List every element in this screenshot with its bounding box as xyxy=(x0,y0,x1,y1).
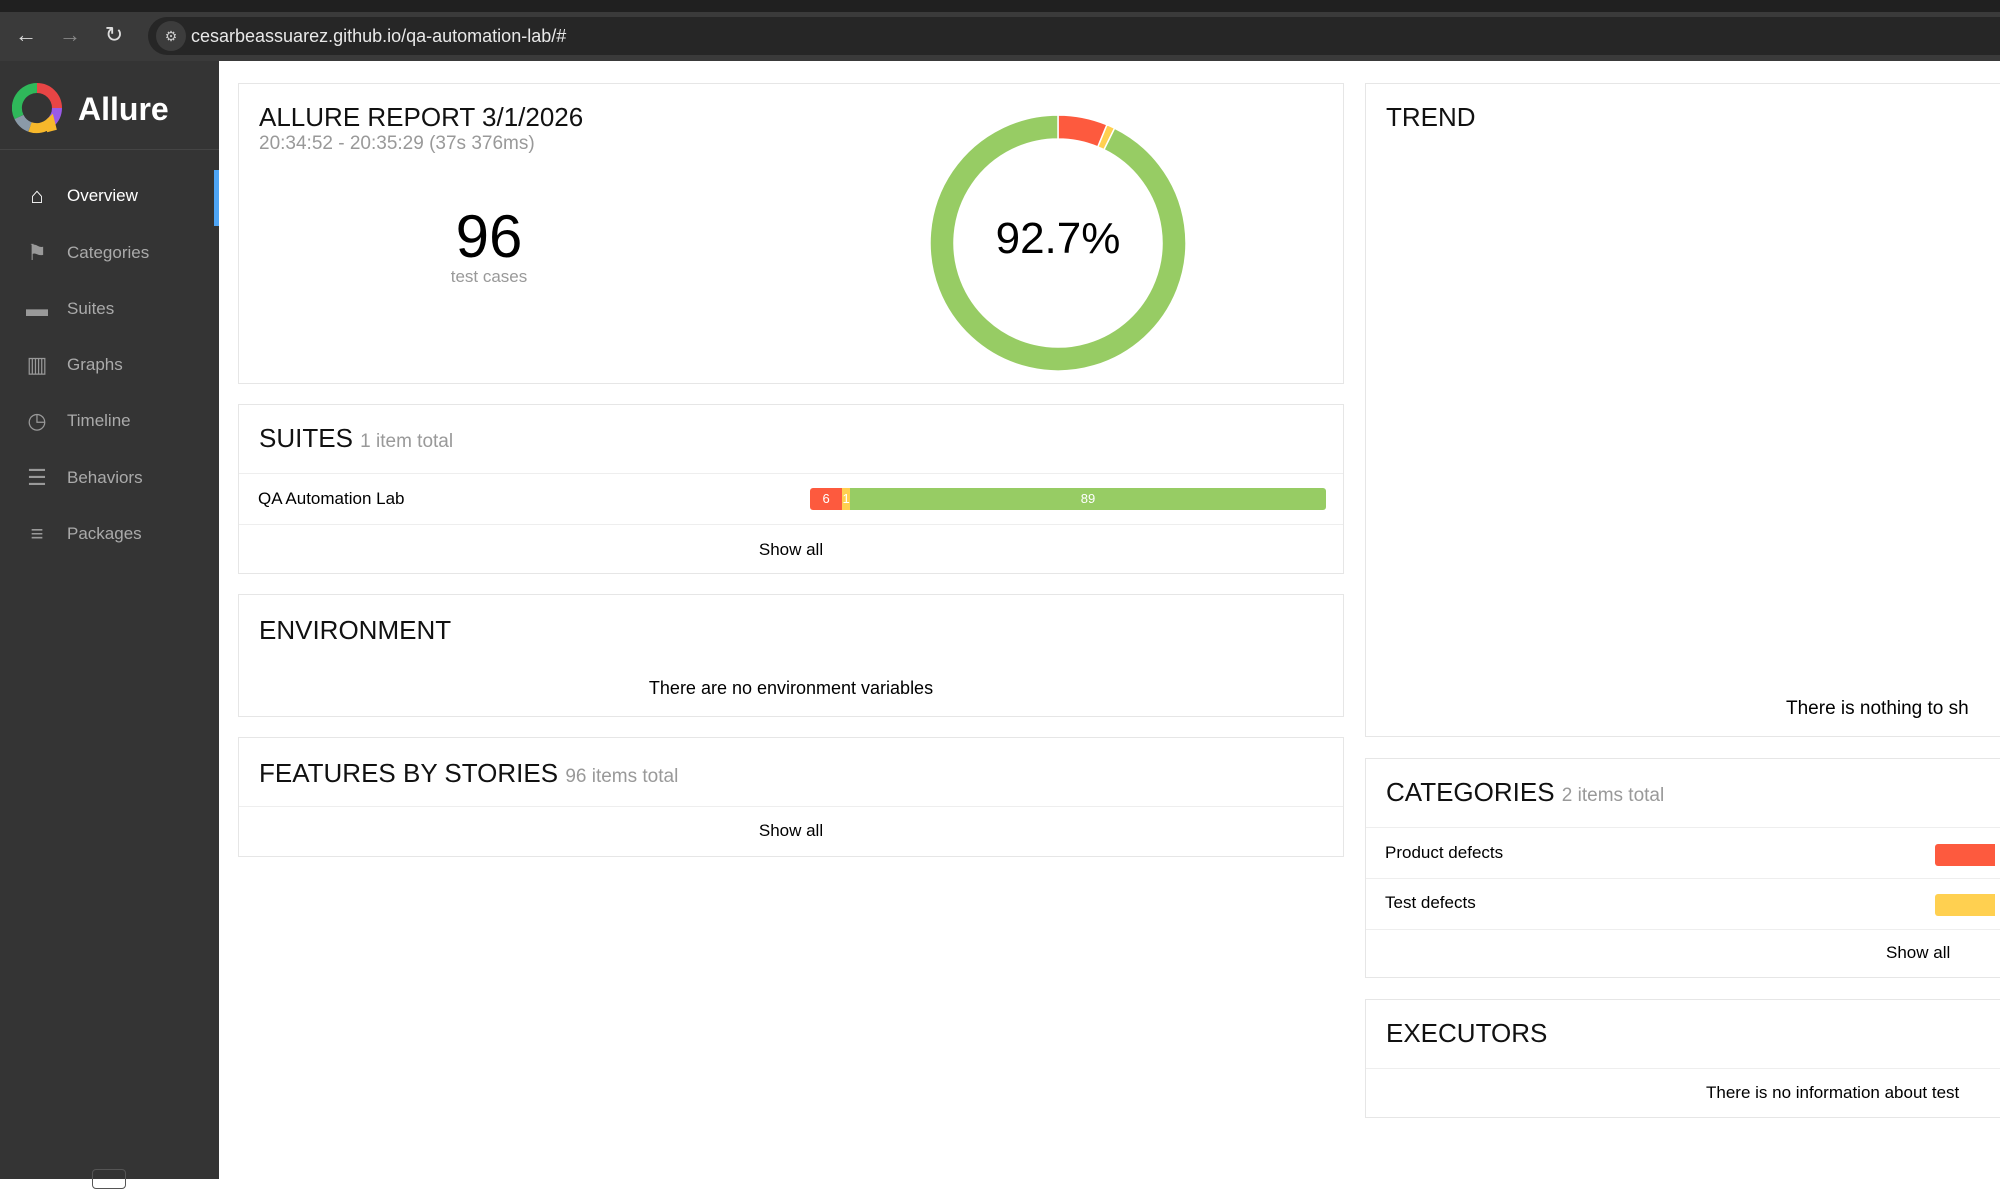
suites-title: SUITES 1 item total xyxy=(259,423,453,454)
briefcase-icon: ▬ xyxy=(26,296,48,321)
align-left-icon: ≡ xyxy=(30,521,44,546)
category-row[interactable]: Product defects xyxy=(1366,828,2000,878)
sidebar-item-label: Categories xyxy=(67,243,150,262)
home-icon: ⌂ xyxy=(30,183,44,208)
suites-show-all-link[interactable]: Show all xyxy=(239,540,1343,560)
sidebar-item-label: Behaviors xyxy=(67,468,143,487)
reload-icon[interactable]: ↻ xyxy=(100,22,128,48)
suite-name: QA Automation Lab xyxy=(258,489,405,508)
divider xyxy=(239,524,1343,525)
category-bar-failed xyxy=(1935,844,1995,866)
forward-icon[interactable]: → xyxy=(56,22,84,48)
summary-card: ALLURE REPORT 3/1/2026 20:34:52 - 20:35:… xyxy=(238,83,1344,384)
features-show-all-link[interactable]: Show all xyxy=(239,821,1343,841)
sidebar-item-label: Packages xyxy=(67,524,142,543)
trend-card: TREND There is nothing to sh xyxy=(1365,83,2000,737)
brand-name: Allure xyxy=(78,90,169,127)
passed-segment: 89 xyxy=(849,488,1326,510)
test-count: 96 xyxy=(455,203,523,270)
browser-toolbar: ← → ↻ ⚙ cesarbeassuarez.github.io/qa-aut… xyxy=(0,0,2000,61)
url-text[interactable]: cesarbeassuarez.github.io/qa-automation-… xyxy=(191,26,566,47)
broken-segment: 1 xyxy=(842,488,850,510)
site-settings-icon[interactable]: ⚙ xyxy=(156,21,186,51)
features-title: FEATURES BY STORIES 96 items total xyxy=(259,758,678,789)
category-name: Test defects xyxy=(1385,893,1476,912)
divider xyxy=(1366,929,2000,930)
executors-title: EXECUTORS xyxy=(1386,1018,1548,1048)
clock-icon: ◷ xyxy=(27,408,47,433)
category-bar-broken xyxy=(1935,894,1995,916)
trend-title: TREND xyxy=(1386,102,1476,132)
allure-logo-icon xyxy=(12,83,62,134)
suites-subtitle: 1 item total xyxy=(360,431,454,452)
sidebar-item-timeline[interactable]: ◷ Timeline xyxy=(0,396,214,446)
suite-row[interactable]: QA Automation Lab 6 1 89 xyxy=(239,474,1343,524)
executors-empty-text: There is no information about test xyxy=(1706,1083,1960,1102)
categories-title: CATEGORIES 2 items total xyxy=(1386,777,1664,808)
collapse-button[interactable] xyxy=(92,1169,126,1189)
bar-chart-icon: ▥ xyxy=(26,352,48,377)
suites-card: SUITES 1 item total QA Automation Lab 6 … xyxy=(238,404,1344,574)
brand[interactable]: Allure xyxy=(12,81,169,137)
divider xyxy=(0,149,219,150)
address-bar[interactable]: ⚙ cesarbeassuarez.github.io/qa-automatio… xyxy=(148,17,2000,55)
suite-status-bar: 6 1 89 xyxy=(810,488,1326,510)
features-title-text: FEATURES BY STORIES xyxy=(259,758,559,788)
back-icon[interactable]: ← xyxy=(12,22,40,48)
categories-card: CATEGORIES 2 items total Product defects… xyxy=(1365,758,2000,978)
sidebar-item-categories[interactable]: ⚑ Categories xyxy=(0,228,214,278)
features-card: FEATURES BY STORIES 96 items total Show … xyxy=(238,737,1344,857)
categories-title-text: CATEGORIES xyxy=(1386,777,1555,807)
sidebar-item-packages[interactable]: ≡ Packages xyxy=(0,509,214,559)
sidebar-item-overview[interactable]: ⌂ Overview xyxy=(0,171,214,221)
category-name: Product defects xyxy=(1385,843,1504,862)
sidebar: Allure ⌂ Overview ⚑ Categories ▬ Suites ▥ Gr… xyxy=(0,61,219,1189)
categories-show-all-link[interactable]: Show all xyxy=(1886,943,1950,963)
flag-icon: ⚑ xyxy=(27,240,47,265)
pass-percent: 92.7% xyxy=(995,214,1121,263)
category-row[interactable]: Test defects xyxy=(1366,879,2000,929)
environment-card: ENVIRONMENT There are no environment var… xyxy=(238,594,1344,717)
features-subtitle: 96 items total xyxy=(565,766,679,787)
sidebar-item-suites[interactable]: ▬ Suites xyxy=(0,284,214,334)
test-count-label: test cases xyxy=(450,267,528,286)
environment-empty-text: There are no environment variables xyxy=(648,678,934,698)
report-time: 20:34:52 - 20:35:29 (37s 376ms) xyxy=(259,133,535,154)
active-indicator xyxy=(214,170,219,226)
divider xyxy=(1366,1068,2000,1069)
list-icon: ☰ xyxy=(27,465,47,490)
sidebar-item-label: Timeline xyxy=(67,411,131,430)
suites-title-text: SUITES xyxy=(259,423,353,453)
sidebar-item-label: Graphs xyxy=(67,355,123,374)
sidebar-item-label: Suites xyxy=(67,299,115,318)
trend-empty-text: There is nothing to sh xyxy=(1786,698,1969,719)
executors-card: EXECUTORS There is no information about … xyxy=(1365,999,2000,1118)
sidebar-item-label: Overview xyxy=(67,186,138,205)
categories-subtitle: 2 items total xyxy=(1561,785,1665,806)
failed-segment: 6 xyxy=(810,488,843,510)
sidebar-item-graphs[interactable]: ▥ Graphs xyxy=(0,340,214,390)
sidebar-item-behaviors[interactable]: ☰ Behaviors xyxy=(0,453,214,503)
divider xyxy=(239,806,1343,807)
environment-title: ENVIRONMENT xyxy=(259,615,452,645)
report-title: ALLURE REPORT 3/1/2026 xyxy=(259,102,584,132)
